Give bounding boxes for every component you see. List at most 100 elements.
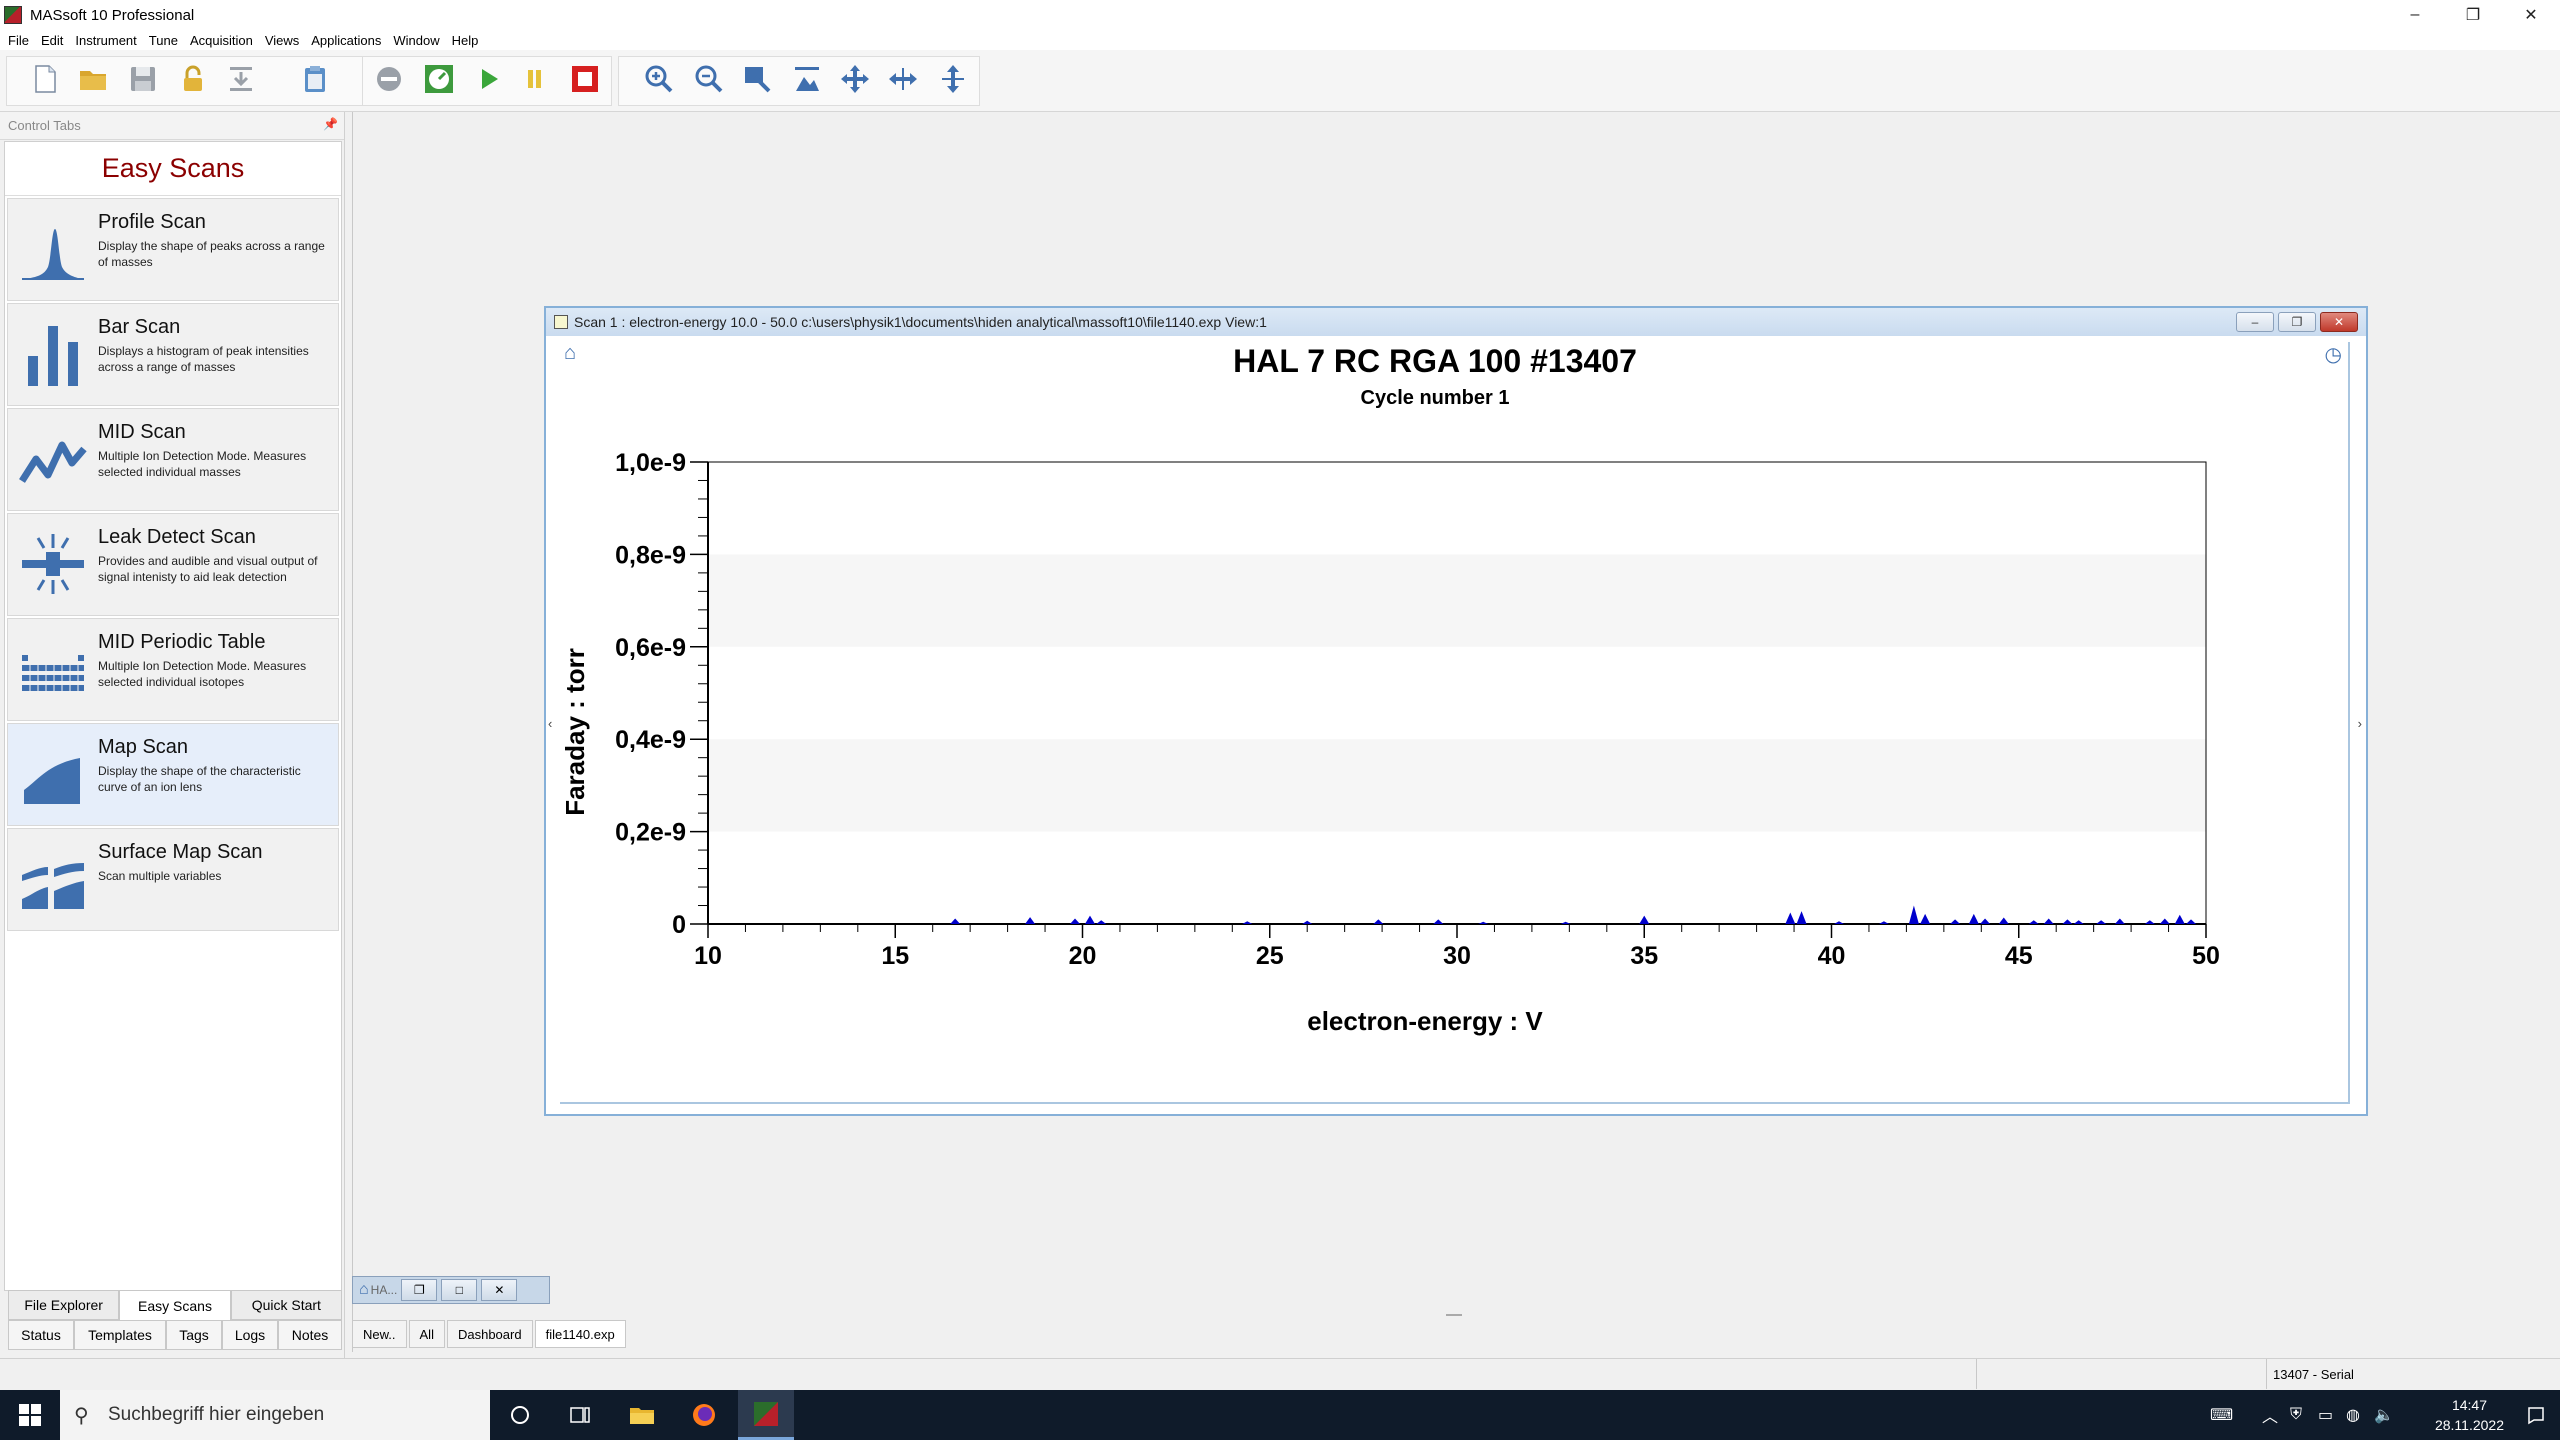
easy-scans-panel: Easy Scans Profile Scan Display the shape…: [4, 141, 342, 1291]
menu-window[interactable]: Window: [393, 33, 439, 48]
tab-new[interactable]: New..: [352, 1320, 407, 1348]
horizontal-splitter[interactable]: [1446, 1314, 1462, 1316]
panel-splitter[interactable]: [344, 112, 352, 1362]
close-button[interactable]: ✕: [2502, 0, 2560, 30]
tray-volume-icon[interactable]: 🔈: [2374, 1390, 2394, 1440]
export-icon[interactable]: [222, 60, 260, 98]
tab-templates[interactable]: Templates: [74, 1320, 166, 1350]
tray-device-icon[interactable]: ▭: [2318, 1390, 2333, 1440]
collapse-left-arrow[interactable]: ‹: [548, 716, 552, 731]
tab-quick-start[interactable]: Quick Start: [230, 1290, 342, 1320]
pin-icon[interactable]: 📌: [323, 117, 338, 131]
scan-desc: Multiple Ion Detection Mode. Measures se…: [98, 449, 307, 479]
autoscale-icon[interactable]: [788, 60, 826, 98]
pan-vertical-icon[interactable]: [934, 60, 972, 98]
scan-desc: Display the shape of the characteristic …: [98, 764, 301, 794]
mid-scan-icon: [8, 409, 98, 510]
menu-edit[interactable]: Edit: [41, 33, 63, 48]
y-axis-label: Faraday : torr: [560, 648, 590, 816]
periodic-table-icon: [8, 619, 98, 720]
zoom-in-icon[interactable]: [640, 60, 678, 98]
chart-svg[interactable]: HAL 7 RC RGA 100 #13407 Cycle number 1 0…: [560, 342, 2350, 1104]
scan-window-titlebar[interactable]: Scan 1 : electron-energy 10.0 - 50.0 c:\…: [546, 308, 2366, 336]
open-folder-icon[interactable]: [74, 60, 112, 98]
play-icon[interactable]: [470, 60, 508, 98]
mini-close-button[interactable]: ✕: [481, 1279, 518, 1301]
minimized-window[interactable]: ⌂ HA... ❐ □ ✕: [352, 1276, 550, 1304]
y-tick-label: 0,6e-9: [615, 634, 686, 662]
tab-easy-scans[interactable]: Easy Scans: [119, 1290, 231, 1320]
leak-detect-scan-card[interactable]: Leak Detect Scan Provides and audible and…: [7, 513, 339, 616]
notifications-icon[interactable]: [2512, 1390, 2560, 1440]
scan-restore-button[interactable]: ❐: [2278, 312, 2316, 332]
bar-scan-icon: [8, 304, 98, 405]
tab-file-explorer[interactable]: File Explorer: [8, 1290, 120, 1320]
minimized-window-label: HA...: [370, 1283, 398, 1297]
menu-tune[interactable]: Tune: [149, 33, 178, 48]
massoft-taskbar-icon[interactable]: [738, 1390, 794, 1440]
taskbar-search[interactable]: ⚲ Suchbegriff hier eingeben: [60, 1390, 490, 1440]
plot-area-container: ⌂ ◷ ‹ › HAL 7 RC RGA 100 #13407 Cycle nu…: [548, 342, 2362, 1104]
bar-scan-card[interactable]: Bar Scan Displays a histogram of peak int…: [7, 303, 339, 406]
menu-instrument[interactable]: Instrument: [75, 33, 136, 48]
grid-band: [708, 739, 2206, 832]
map-scan-card[interactable]: Map Scan Display the shape of the charact…: [7, 723, 339, 826]
file-explorer-icon[interactable]: [614, 1390, 670, 1440]
zoom-out-icon[interactable]: [690, 60, 728, 98]
scan-minimize-button[interactable]: –: [2236, 312, 2274, 332]
mini-maximize-button[interactable]: □: [441, 1279, 478, 1301]
pan-icon[interactable]: [836, 60, 874, 98]
document-tabs: New.. All Dashboard file1140.exp: [352, 1320, 628, 1350]
tab-notes[interactable]: Notes: [278, 1320, 342, 1350]
tab-dashboard[interactable]: Dashboard: [446, 1320, 533, 1348]
pan-horizontal-icon[interactable]: [884, 60, 922, 98]
firefox-icon[interactable]: [676, 1390, 732, 1440]
menu-help[interactable]: Help: [452, 33, 479, 48]
menu-views[interactable]: Views: [265, 33, 299, 48]
leak-detect-icon: [8, 514, 98, 615]
cortana-icon[interactable]: [492, 1390, 548, 1440]
tray-chevron-icon[interactable]: ︿: [2262, 1390, 2278, 1440]
scan-close-button[interactable]: ✕: [2320, 312, 2358, 332]
document-icon: [554, 315, 568, 329]
gauge-off-icon[interactable]: [370, 60, 408, 98]
pause-icon[interactable]: [516, 60, 554, 98]
windows-start-icon[interactable]: [2, 1390, 58, 1440]
tray-keyboard-icon[interactable]: ⌨: [2210, 1390, 2233, 1440]
menu-acquisition[interactable]: Acquisition: [190, 33, 253, 48]
x-tick-label: 20: [1069, 942, 1097, 970]
x-tick-label: 50: [2192, 942, 2220, 970]
gauge-on-icon[interactable]: [420, 60, 458, 98]
taskbar-clock[interactable]: 14:47 28.11.2022: [2435, 1395, 2504, 1435]
taskbar: ⚲ Suchbegriff hier eingeben ︿ ⛨ ▭ ◍ 🔈 ⌨ …: [0, 1390, 2560, 1440]
zoom-box-icon[interactable]: [738, 60, 776, 98]
task-view-icon[interactable]: [552, 1390, 608, 1440]
mid-scan-card[interactable]: MID Scan Multiple Ion Detection Mode. Mea…: [7, 408, 339, 511]
restore-button[interactable]: ❐: [2444, 0, 2502, 30]
menu-file[interactable]: File: [8, 33, 29, 48]
y-tick-label: 0,4e-9: [615, 726, 686, 754]
profile-scan-card[interactable]: Profile Scan Display the shape of peaks a…: [7, 198, 339, 301]
search-placeholder: Suchbegriff hier eingeben: [108, 1404, 325, 1425]
tab-all[interactable]: All: [408, 1320, 445, 1348]
home-icon: ⌂: [359, 1281, 369, 1298]
control-tabs-header: Control Tabs 📌: [0, 112, 350, 140]
mini-restore-button[interactable]: ❐: [401, 1279, 438, 1301]
tray-shield-icon[interactable]: ⛨: [2290, 1390, 2302, 1440]
tab-status[interactable]: Status: [8, 1320, 74, 1350]
tray-network-icon[interactable]: ◍: [2346, 1390, 2360, 1440]
clipboard-icon[interactable]: [296, 60, 334, 98]
expand-right-arrow[interactable]: ›: [2358, 716, 2362, 731]
save-icon[interactable]: [124, 60, 162, 98]
menu-applications[interactable]: Applications: [311, 33, 381, 48]
tab-logs[interactable]: Logs: [222, 1320, 278, 1350]
stop-icon[interactable]: [566, 60, 604, 98]
tab-file1140[interactable]: file1140.exp: [534, 1320, 626, 1348]
surface-map-scan-card[interactable]: Surface Map Scan Scan multiple variables: [7, 828, 339, 931]
tab-tags[interactable]: Tags: [166, 1320, 222, 1350]
new-file-icon[interactable]: [26, 60, 64, 98]
status-bar: 13407 - Serial: [0, 1358, 2560, 1389]
mid-periodic-table-card[interactable]: MID Periodic Table Multiple Ion Detection…: [7, 618, 339, 721]
lock-icon[interactable]: [174, 60, 212, 98]
minimize-button[interactable]: –: [2386, 0, 2444, 30]
